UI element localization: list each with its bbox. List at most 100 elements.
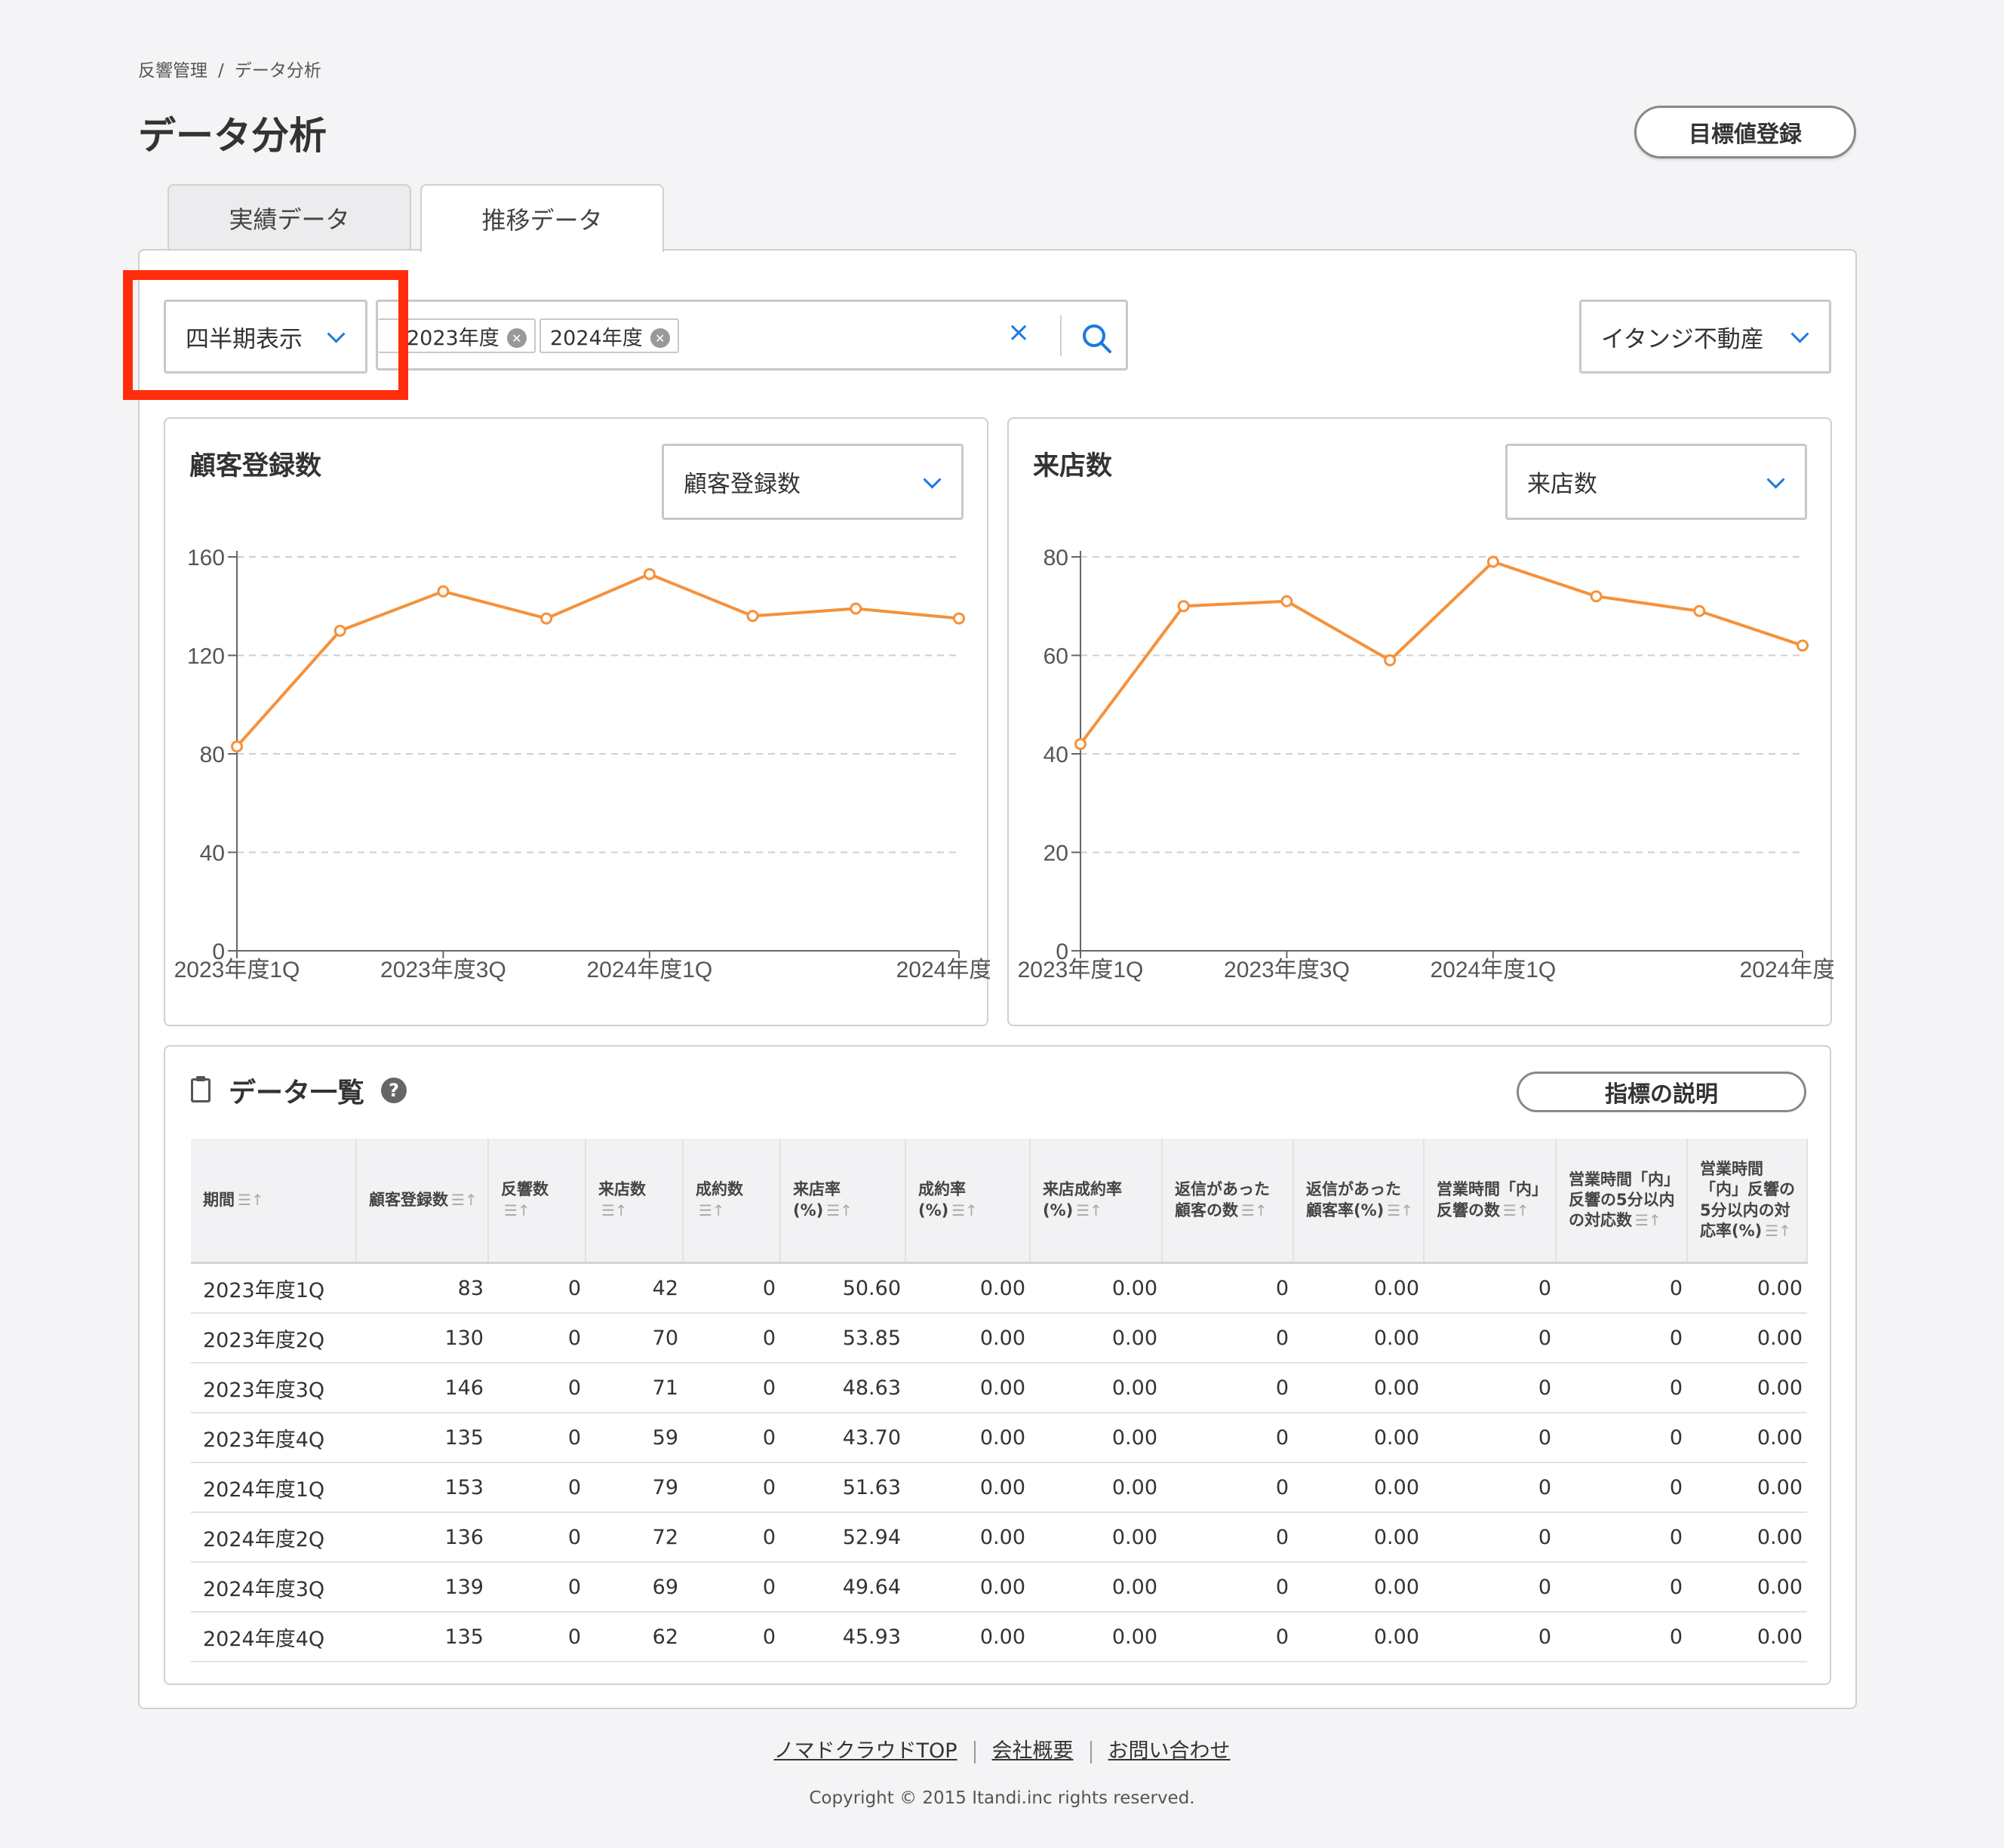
table-cell: 0 bbox=[488, 1363, 586, 1413]
metrics-explanation-button[interactable]: 指標の説明 bbox=[1517, 1072, 1806, 1112]
data-point[interactable] bbox=[1693, 604, 1706, 617]
target-registration-button[interactable]: 目標値登録 bbox=[1634, 106, 1856, 158]
column-header[interactable]: 成約率(%) ☰↑ bbox=[905, 1139, 1031, 1264]
data-point[interactable] bbox=[953, 612, 965, 625]
page-title: データ分析 bbox=[138, 114, 327, 158]
data-point[interactable] bbox=[1384, 654, 1397, 667]
clear-icon[interactable]: × bbox=[1007, 317, 1030, 348]
sort-icon[interactable]: ☰↑ bbox=[699, 1201, 725, 1219]
series-line bbox=[1079, 560, 1803, 746]
data-point[interactable] bbox=[231, 740, 243, 753]
column-header[interactable]: 期間 ☰↑ bbox=[191, 1139, 357, 1264]
table-cell: 0 bbox=[1556, 1462, 1687, 1513]
table-cell: 71 bbox=[586, 1363, 683, 1413]
table-cell: 0 bbox=[488, 1612, 586, 1662]
x-tick-label: 2024年度4Q bbox=[896, 958, 990, 982]
sort-icon[interactable]: ☰↑ bbox=[504, 1201, 530, 1219]
y-tick-label: 160 bbox=[187, 546, 225, 570]
x-tick-label: 2023年度3Q bbox=[1224, 958, 1350, 982]
column-header[interactable]: 成約数 ☰↑ bbox=[683, 1139, 781, 1264]
x-tick-label: 2024年度1Q bbox=[586, 958, 712, 982]
column-header[interactable]: 反響数 ☰↑ bbox=[488, 1139, 586, 1264]
table-row: 2023年度4Q 135 0 59 0 43.70 0.00 0.00 0 0.00 0 0 0.00 bbox=[191, 1413, 1807, 1463]
table-cell: 0 bbox=[1556, 1363, 1687, 1413]
data-point[interactable] bbox=[333, 624, 346, 637]
table-cell: 0.00 bbox=[1030, 1413, 1162, 1463]
column-header-label: 顧客登録数 bbox=[369, 1190, 448, 1209]
table-cell: 0 bbox=[1556, 1313, 1687, 1364]
sort-icon[interactable]: ☰↑ bbox=[1076, 1201, 1102, 1219]
y-tick-label: 40 bbox=[200, 841, 225, 866]
x-tick-label: 2023年度1Q bbox=[1018, 958, 1144, 982]
sort-icon[interactable]: ☰↑ bbox=[451, 1191, 478, 1209]
table-cell: 48.63 bbox=[780, 1363, 905, 1413]
column-header[interactable]: 営業時間「内」反響の5分以内の対応率(%) ☰↑ bbox=[1687, 1139, 1808, 1264]
table-cell: 0.00 bbox=[1293, 1612, 1424, 1662]
search-icon[interactable] bbox=[1078, 320, 1114, 356]
column-header[interactable]: 返信があった顧客率(%) ☰↑ bbox=[1293, 1139, 1425, 1264]
sort-icon[interactable]: ☰↑ bbox=[826, 1201, 853, 1219]
breadcrumb-item-reply-management[interactable]: 反響管理 bbox=[138, 61, 207, 81]
sort-icon[interactable]: ☰↑ bbox=[1765, 1222, 1791, 1240]
footer-link-nomad-top[interactable]: ノマドクラウドTOP bbox=[773, 1739, 957, 1763]
tab-actual-data[interactable]: 実績データ bbox=[168, 184, 411, 251]
table-cell: 139 bbox=[356, 1562, 488, 1613]
footer-link-company[interactable]: 会社概要 bbox=[992, 1739, 1074, 1763]
data-point[interactable] bbox=[1280, 595, 1293, 607]
table-row: 2024年度2Q 136 0 72 0 52.94 0.00 0.00 0 0.00 0 0 0.00 bbox=[191, 1512, 1807, 1563]
table-cell: 0 bbox=[488, 1413, 586, 1463]
chip-remove-icon[interactable]: ✕ bbox=[650, 328, 670, 348]
column-header[interactable]: 顧客登録数 ☰↑ bbox=[356, 1139, 489, 1264]
table-cell: 153 bbox=[356, 1462, 488, 1513]
help-icon[interactable]: ? bbox=[381, 1078, 407, 1103]
sort-icon[interactable]: ☰↑ bbox=[951, 1201, 978, 1219]
table-cell: 2023年度3Q bbox=[191, 1363, 356, 1413]
tab-trend-data[interactable]: 推移データ bbox=[420, 184, 664, 252]
year-filter[interactable]: 2023年度 ✕ 2024年度 ✕ × bbox=[376, 300, 1128, 371]
data-point[interactable] bbox=[1590, 590, 1603, 603]
table-cell: 2024年度4Q bbox=[191, 1612, 356, 1662]
data-point[interactable] bbox=[643, 567, 656, 580]
year-chip-label: 2023年度 bbox=[407, 326, 499, 350]
chip-remove-icon[interactable]: ✕ bbox=[506, 328, 527, 348]
line-chart: 040801201602023年度1Q 2023年度3Q 2024年度1Q 2024年… bbox=[174, 546, 990, 982]
footer-link-contact[interactable]: お問い合わせ bbox=[1108, 1739, 1231, 1763]
y-tick-label: 40 bbox=[1043, 743, 1068, 767]
sort-icon[interactable]: ☰↑ bbox=[601, 1201, 628, 1219]
company-dropdown[interactable]: イタンジ不動産 bbox=[1579, 300, 1831, 374]
sort-icon[interactable]: ☰↑ bbox=[1635, 1211, 1661, 1229]
sort-icon[interactable]: ☰↑ bbox=[238, 1191, 264, 1209]
data-point[interactable] bbox=[850, 602, 862, 615]
sort-icon[interactable]: ☰↑ bbox=[1387, 1201, 1413, 1219]
chart-card-customers: 顧客登録数 顧客登録数 0 40 80 120 160 2023年度1Q 2023年度3Q 2… bbox=[164, 417, 990, 1026]
table-cell: 0 bbox=[1162, 1313, 1293, 1364]
table-cell: 0 bbox=[1424, 1512, 1556, 1563]
table-cell: 72 bbox=[586, 1512, 683, 1563]
data-point[interactable] bbox=[540, 612, 553, 625]
x-tick-label: 2024年度1Q bbox=[1430, 958, 1556, 982]
data-point[interactable] bbox=[437, 585, 450, 598]
sort-icon[interactable]: ☰↑ bbox=[1503, 1201, 1529, 1219]
data-point[interactable] bbox=[1074, 737, 1087, 750]
table-cell: 0.00 bbox=[1293, 1562, 1424, 1613]
data-point[interactable] bbox=[1177, 600, 1190, 613]
data-point[interactable] bbox=[1797, 639, 1809, 652]
column-header[interactable]: 来店数 ☰↑ bbox=[586, 1139, 684, 1264]
x-tick-label: 2024年度4Q bbox=[1740, 958, 1833, 982]
column-header[interactable]: 来店率(%) ☰↑ bbox=[780, 1139, 906, 1264]
column-header[interactable]: 来店成約率(%) ☰↑ bbox=[1030, 1139, 1163, 1264]
table-cell: 0.00 bbox=[1030, 1363, 1162, 1413]
table-cell: 51.63 bbox=[780, 1462, 905, 1513]
table-cell: 0 bbox=[1556, 1612, 1687, 1662]
data-point[interactable] bbox=[746, 610, 759, 623]
column-header[interactable]: 返信があった顧客の数 ☰↑ bbox=[1162, 1139, 1294, 1264]
data-point[interactable] bbox=[1486, 555, 1499, 568]
column-header[interactable]: 営業時間「内」反響の数 ☰↑ bbox=[1424, 1139, 1557, 1264]
sort-icon[interactable]: ☰↑ bbox=[1241, 1201, 1268, 1219]
table-row: 2023年度3Q 146 0 71 0 48.63 0.00 0.00 0 0.00 0 0 0.00 bbox=[191, 1363, 1807, 1413]
year-chip-label: 2024年度 bbox=[550, 326, 643, 350]
table-body: 2023年度1Q 83 0 42 0 50.60 0.00 0.00 0 0.00 0 0 0.00 20… bbox=[191, 1262, 1807, 1662]
column-header[interactable]: 営業時間「内」反響の5分以内の対応数 ☰↑ bbox=[1556, 1139, 1688, 1264]
table-cell: 0 bbox=[1424, 1413, 1556, 1463]
highlight-box bbox=[123, 270, 408, 400]
